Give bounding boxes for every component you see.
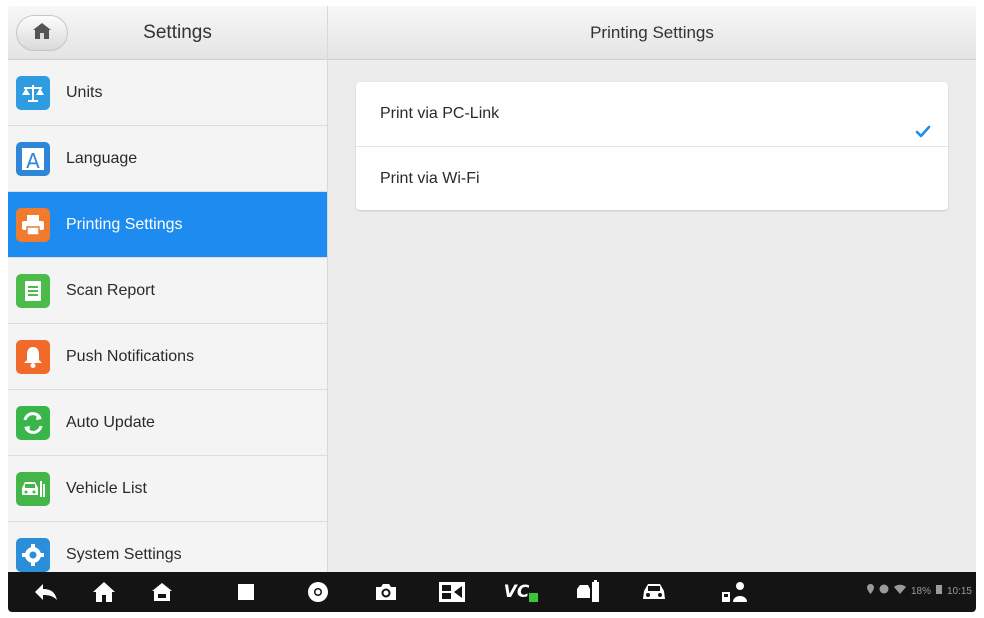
screen-icon[interactable]: [432, 572, 472, 612]
sidebar-item-scan-report[interactable]: Scan Report: [8, 258, 327, 324]
sidebar-item-language[interactable]: A Language: [8, 126, 327, 192]
clock: 10:15: [946, 586, 972, 597]
bell-icon: [16, 339, 50, 374]
vehicle-list-icon: [16, 471, 50, 506]
camera-icon[interactable]: [366, 572, 406, 612]
sidebar-item-printing-settings[interactable]: Printing Settings: [8, 192, 327, 258]
sidebar-item-label: Push Notifications: [66, 347, 195, 365]
sidebar-header: Settings: [8, 6, 327, 60]
wifi-icon: [893, 572, 906, 612]
report-icon: [16, 273, 50, 308]
car-icon[interactable]: [634, 572, 674, 612]
sidebar-item-vehicle-list[interactable]: Vehicle List: [8, 456, 327, 522]
option-label: Print via PC-Link: [380, 105, 500, 122]
sidebar-item-label: Auto Update: [66, 413, 155, 431]
battery-percent: 18%: [910, 586, 931, 597]
checkmark-icon: [914, 105, 932, 138]
status-area: 18% 10:15: [866, 572, 972, 612]
printing-options-list: Print via PC-Link Print via Wi-Fi: [356, 82, 948, 210]
sidebar-item-label: System Settings: [66, 545, 182, 563]
sidebar-item-label: Scan Report: [66, 281, 155, 299]
home-icon[interactable]: [84, 572, 124, 612]
refresh-icon: [16, 405, 50, 440]
settings-menu: Units A Language Printing Settings Scan …: [8, 60, 327, 588]
vci-status-icon: [879, 572, 889, 612]
sidebar-item-push-notifications[interactable]: Push Notifications: [8, 324, 327, 390]
option-label: Print via Wi-Fi: [380, 170, 480, 187]
printer-icon: [16, 207, 50, 242]
option-print-via-pc-link[interactable]: Print via PC-Link: [356, 82, 948, 146]
sidebar-item-label: Printing Settings: [66, 215, 183, 233]
app-window: Settings Units A Language Printing Setti…: [8, 6, 976, 612]
language-icon: A: [16, 141, 50, 176]
chrome-icon[interactable]: [298, 572, 338, 612]
sidebar-item-auto-update[interactable]: Auto Update: [8, 390, 327, 456]
settings-sidebar: Settings Units A Language Printing Setti…: [8, 6, 328, 588]
sidebar-title: Settings: [143, 22, 212, 43]
home-button[interactable]: [16, 15, 68, 51]
home-icon: [32, 22, 52, 45]
gear-icon: [16, 537, 50, 572]
taskbar: VC 18% 10:15: [8, 572, 976, 612]
sidebar-item-label: Language: [66, 149, 138, 167]
sidebar-item-label: Vehicle List: [66, 479, 147, 497]
sidebar-item-label: Units: [66, 83, 103, 101]
location-icon: [866, 572, 874, 612]
back-icon[interactable]: [26, 572, 66, 612]
sidebar-item-units[interactable]: Units: [8, 60, 327, 126]
remote-expert-icon[interactable]: [714, 572, 754, 612]
house-icon[interactable]: [142, 572, 182, 612]
scale-icon: [16, 75, 50, 110]
page-title: Printing Settings: [328, 6, 976, 60]
battery-voltage-icon[interactable]: [568, 572, 608, 612]
recent-apps-icon[interactable]: [226, 572, 266, 612]
option-print-via-wifi[interactable]: Print via Wi-Fi: [356, 146, 948, 210]
battery-icon: [935, 572, 942, 612]
printing-settings-panel: Printing Settings Print via PC-Link Prin…: [328, 6, 976, 572]
svg-text:A: A: [26, 149, 40, 173]
vci-icon[interactable]: VC: [496, 572, 546, 612]
